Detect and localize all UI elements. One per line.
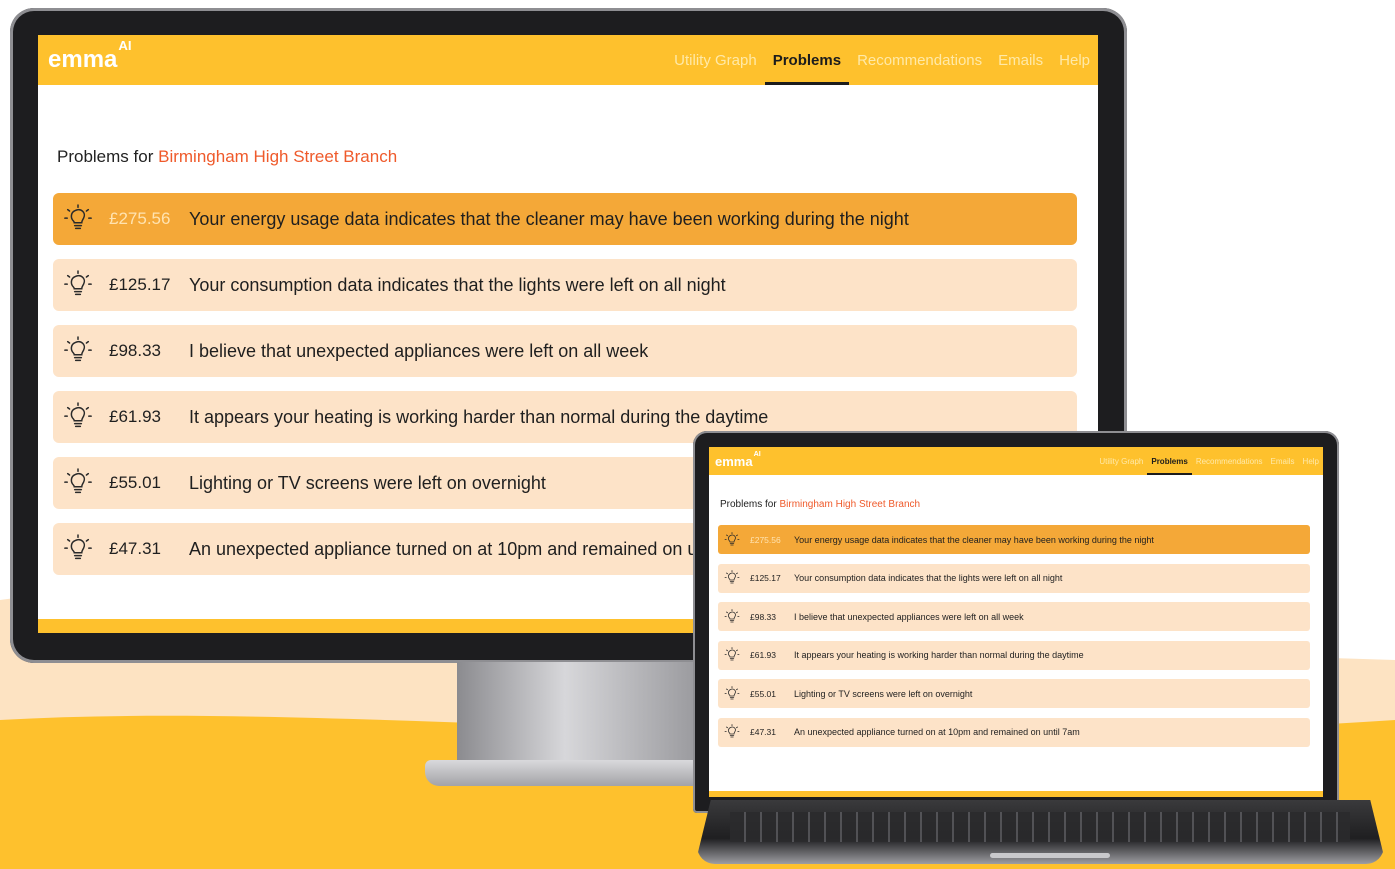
problem-row[interactable]: £125.17 Your consumption data indicates t… <box>53 259 1077 311</box>
problem-description: It appears your heating is working harde… <box>189 406 769 427</box>
emma-logo[interactable]: emmaAI <box>48 38 132 74</box>
problem-description: Your energy usage data indicates that th… <box>189 208 909 229</box>
lightbulb-icon <box>724 531 740 548</box>
page-title: Problems for Birmingham High Street Bran… <box>720 499 921 510</box>
problem-amount: £125.17 <box>750 573 781 583</box>
branch-name: Birmingham High Street Branch <box>779 499 921 510</box>
problem-amount: £98.33 <box>750 611 776 622</box>
app-header: emmaAI Utility Graph Problems Recommendati… <box>38 35 1098 85</box>
problem-amount: £125.17 <box>109 275 171 294</box>
nav-item-help[interactable]: Help <box>1051 35 1098 85</box>
footer-bar <box>709 791 1323 797</box>
monitor-stand <box>457 662 697 770</box>
app-header: emmaAI Utility Graph Problems Recommendati… <box>709 447 1323 475</box>
nav-item-utility-graph[interactable]: Utility Graph <box>1095 447 1147 475</box>
lightbulb-icon <box>63 270 93 300</box>
monitor-stand-base <box>425 760 735 786</box>
nav-item-problems[interactable]: Problems <box>1147 447 1193 475</box>
problem-amount: £47.31 <box>109 539 161 558</box>
lightbulb-icon <box>724 724 740 740</box>
lightbulb-icon <box>724 647 740 663</box>
problem-description: An unexpected appliance turned on at 10p… <box>189 538 761 559</box>
problem-row[interactable]: £275.56 Your energy usage data indicates … <box>718 525 1310 554</box>
page-title: Problems for Birmingham High Street Bran… <box>57 147 398 166</box>
nav-item-recommendations[interactable]: Recommendations <box>1192 447 1267 475</box>
problem-description: Your consumption data indicates that the… <box>794 573 1063 583</box>
problem-description: I believe that unexpected appliances wer… <box>794 611 1024 622</box>
main-nav: Utility Graph Problems Recommendations Emai… <box>1095 447 1323 475</box>
problem-amount: £98.33 <box>109 341 161 360</box>
problem-description: Lighting or TV screens were left on over… <box>794 688 973 699</box>
nav-item-emails[interactable]: Emails <box>990 35 1051 85</box>
problem-description: Lighting or TV screens were left on over… <box>189 472 546 493</box>
lightbulb-icon <box>724 685 740 702</box>
problem-description: An unexpected appliance turned on at 10p… <box>794 727 1080 737</box>
problem-row[interactable]: £55.01 Lighting or TV screens were left o… <box>718 679 1310 708</box>
problem-amount: £275.56 <box>750 534 781 545</box>
problem-row[interactable]: £275.56 Your energy usage data indicates … <box>53 193 1077 245</box>
branch-name: Birmingham High Street Branch <box>158 147 398 166</box>
nav-item-emails[interactable]: Emails <box>1267 447 1299 475</box>
problems-list: £275.56 Your energy usage data indicates … <box>718 525 1310 747</box>
lightbulb-icon <box>63 204 93 234</box>
laptop-lip <box>990 853 1110 858</box>
laptop-screen: emmaAI Utility Graph Problems Recommendati… <box>709 447 1323 797</box>
lightbulb-icon <box>63 336 93 366</box>
problem-amount: £275.56 <box>109 209 171 228</box>
problem-amount: £47.31 <box>750 727 776 737</box>
problem-description: It appears your heating is working harde… <box>794 650 1084 660</box>
problem-row[interactable]: £125.17 Your consumption data indicates t… <box>718 563 1310 593</box>
problem-amount: £61.93 <box>750 650 776 660</box>
lightbulb-icon <box>63 534 93 564</box>
problem-description: Your energy usage data indicates that th… <box>794 534 1154 545</box>
problem-description: Your consumption data indicates that the… <box>189 274 726 295</box>
nav-item-utility-graph[interactable]: Utility Graph <box>666 35 765 85</box>
problem-row[interactable]: £47.31 An unexpected appliance turned on … <box>718 717 1310 747</box>
problem-amount: £61.93 <box>109 407 161 426</box>
problem-row[interactable]: £61.93 It appears your heating is working… <box>718 640 1310 670</box>
lightbulb-icon <box>724 570 740 586</box>
nav-item-problems[interactable]: Problems <box>764 35 850 85</box>
problem-row[interactable]: £98.33 I believe that unexpected applianc… <box>53 325 1077 377</box>
laptop-keyboard <box>730 812 1350 842</box>
main-nav: Utility Graph Problems Recommendations Emai… <box>666 35 1098 85</box>
emma-logo[interactable]: emmaAI <box>715 450 761 469</box>
lightbulb-icon <box>63 468 93 498</box>
nav-item-recommendations[interactable]: Recommendations <box>849 35 990 85</box>
problem-description: I believe that unexpected appliances wer… <box>189 340 649 361</box>
problem-row[interactable]: £98.33 I believe that unexpected applianc… <box>718 602 1310 631</box>
problem-amount: £55.01 <box>109 473 161 492</box>
lightbulb-icon <box>724 608 740 625</box>
lightbulb-icon <box>63 402 93 432</box>
nav-item-help[interactable]: Help <box>1299 447 1323 475</box>
problem-amount: £55.01 <box>750 688 776 699</box>
